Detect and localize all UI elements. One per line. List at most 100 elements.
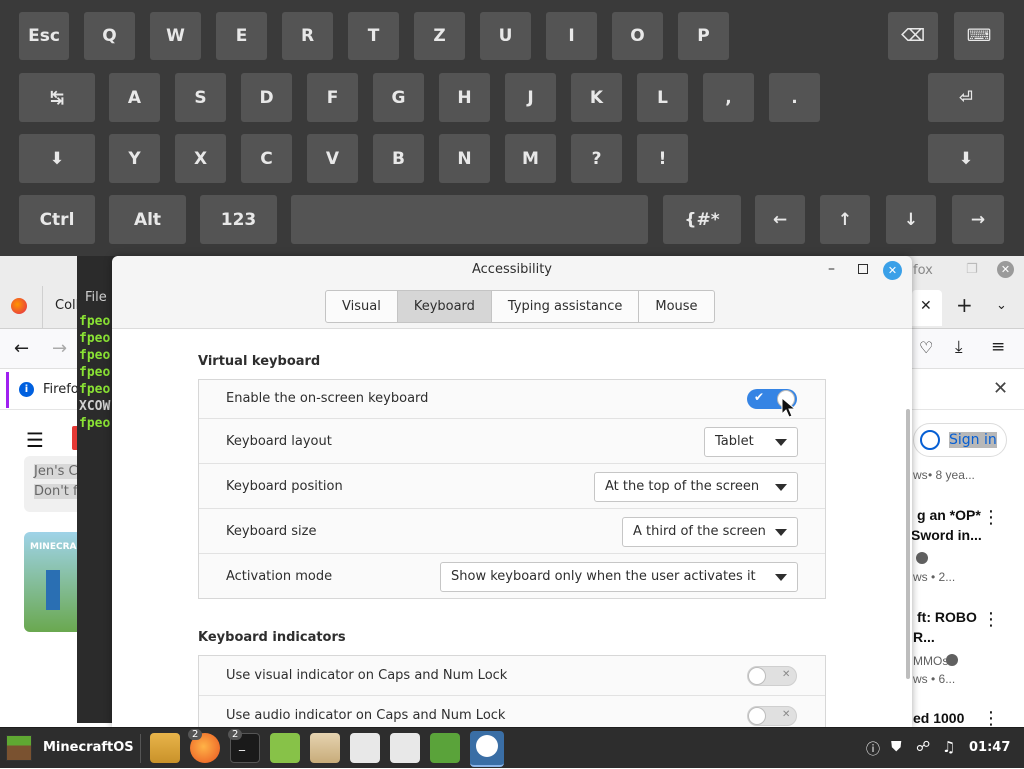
key-t[interactable]: T <box>348 12 399 60</box>
key-space[interactable] <box>291 195 648 244</box>
close-icon[interactable]: ✕ <box>997 261 1014 278</box>
info-bar-text: Firefo <box>43 382 79 397</box>
pocket-icon[interactable]: ♡ <box>919 338 933 357</box>
key-d[interactable]: D <box>241 73 292 122</box>
visual-indicator-switch[interactable]: ✕ <box>747 666 797 686</box>
forward-icon[interactable]: → <box>52 338 67 359</box>
video2-title-line2[interactable]: Sword in... <box>911 527 982 543</box>
key-numbers[interactable]: 123 <box>200 195 277 244</box>
keyboard-layout-combo[interactable]: Tablet <box>704 427 798 457</box>
tab-keyboard[interactable]: Keyboard <box>397 291 492 322</box>
info-close-icon[interactable]: ✕ <box>993 378 1008 399</box>
video4-more-icon[interactable]: ⋮ <box>982 708 1000 729</box>
content-scrollbar[interactable] <box>906 409 910 679</box>
tab-visual[interactable]: Visual <box>326 291 398 322</box>
video-thumbnail[interactable]: MINECRAFT <box>24 532 84 632</box>
new-tab-icon[interactable]: + <box>956 293 973 317</box>
video4-title[interactable]: ed 1000 <box>913 710 964 726</box>
key-c[interactable]: C <box>241 134 292 183</box>
app-menu-icon[interactable]: ≡ <box>991 337 1005 357</box>
tab-bar: Visual Keyboard Typing assistance Mouse <box>325 290 715 323</box>
minimize-icon[interactable]: – <box>828 261 835 277</box>
mint-update-icon[interactable] <box>270 733 300 763</box>
key-i[interactable]: I <box>546 12 597 60</box>
audio-indicator-switch[interactable]: ✕ <box>747 706 797 726</box>
tab-title[interactable]: Coll <box>55 298 79 313</box>
maximize-icon[interactable]: ❐ <box>966 262 978 277</box>
arrow-right-key-icon[interactable]: → <box>952 195 1004 244</box>
key-p[interactable]: P <box>678 12 729 60</box>
key-x[interactable]: X <box>175 134 226 183</box>
key-period[interactable]: . <box>769 73 820 122</box>
shift-left-key-icon[interactable]: ⬇ <box>19 134 95 183</box>
video3-more-icon[interactable]: ⋮ <box>982 609 1000 630</box>
left-card[interactable]: Jen's C Don't f <box>24 456 84 512</box>
start-menu-button[interactable]: MinecraftOS <box>0 728 136 769</box>
package-box-2-icon[interactable] <box>390 733 420 763</box>
key-b[interactable]: B <box>373 134 424 183</box>
key-m[interactable]: M <box>505 134 556 183</box>
notifications-icon[interactable]: ⓘ <box>866 739 880 759</box>
keyboard-position-combo[interactable]: At the top of the screen <box>594 472 798 502</box>
package-box-icon[interactable] <box>350 733 380 763</box>
arrow-down-key-icon[interactable]: ↓ <box>886 195 936 244</box>
keyboard-hide-key-icon[interactable]: ⌨ <box>954 12 1004 60</box>
key-j[interactable]: J <box>505 73 556 122</box>
key-comma[interactable]: , <box>703 73 754 122</box>
key-question[interactable]: ? <box>571 134 622 183</box>
enter-key-icon[interactable]: ⏎ <box>928 73 1004 122</box>
key-alt[interactable]: Alt <box>109 195 186 244</box>
maximize-icon[interactable] <box>858 264 868 274</box>
key-z[interactable]: Z <box>414 12 465 60</box>
key-o[interactable]: O <box>612 12 663 60</box>
video2-more-icon[interactable]: ⋮ <box>982 507 1000 528</box>
key-q[interactable]: Q <box>84 12 135 60</box>
files-folder-icon[interactable] <box>150 733 180 763</box>
key-g[interactable]: G <box>373 73 424 122</box>
key-symbols[interactable]: {#* <box>663 195 741 244</box>
backspace-key-icon[interactable]: ⌫ <box>888 12 938 60</box>
key-k[interactable]: K <box>571 73 622 122</box>
security-shield-icon[interactable]: ⛊ <box>891 739 902 755</box>
activation-mode-combo[interactable]: Show keyboard only when the user activat… <box>440 562 798 592</box>
sound-icon[interactable]: ♫ <box>942 738 955 756</box>
hamburger-menu-icon[interactable]: ☰ <box>26 428 44 452</box>
key-y[interactable]: Y <box>109 134 160 183</box>
key-r[interactable]: R <box>282 12 333 60</box>
keyboard-size-combo[interactable]: A third of the screen <box>622 517 798 547</box>
accessibility-taskbar-icon[interactable] <box>470 731 504 767</box>
key-u[interactable]: U <box>480 12 531 60</box>
key-l[interactable]: L <box>637 73 688 122</box>
network-icon[interactable]: ☍ <box>916 739 930 755</box>
key-f[interactable]: F <box>307 73 358 122</box>
archive-icon[interactable] <box>310 733 340 763</box>
list-tabs-icon[interactable]: ⌄ <box>996 298 1007 313</box>
tab-key-icon[interactable]: ↹ <box>19 73 95 122</box>
key-esc[interactable]: Esc <box>19 12 69 60</box>
tab-close-icon[interactable]: ✕ <box>920 298 932 314</box>
arrow-left-key-icon[interactable]: ← <box>755 195 805 244</box>
arrow-up-key-icon[interactable]: ↑ <box>820 195 870 244</box>
tab-mouse[interactable]: Mouse <box>639 291 713 322</box>
key-e[interactable]: E <box>216 12 267 60</box>
key-w[interactable]: W <box>150 12 201 60</box>
video3-title-line1[interactable]: ft: ROBO <box>917 609 977 625</box>
terminal-menu-file[interactable]: File <box>85 290 107 305</box>
key-s[interactable]: S <box>175 73 226 122</box>
shift-right-key-icon[interactable]: ⬇ <box>928 134 1004 183</box>
key-v[interactable]: V <box>307 134 358 183</box>
video3-title-line2[interactable]: R... <box>913 629 935 645</box>
tab-typing-assistance[interactable]: Typing assistance <box>492 291 640 322</box>
key-a[interactable]: A <box>109 73 160 122</box>
back-icon[interactable]: ← <box>14 338 29 359</box>
shield-icon[interactable] <box>430 733 460 763</box>
download-icon[interactable]: ⤓ <box>955 337 963 357</box>
key-exclamation[interactable]: ! <box>637 134 688 183</box>
key-h[interactable]: H <box>439 73 490 122</box>
key-ctrl[interactable]: Ctrl <box>19 195 95 244</box>
key-n[interactable]: N <box>439 134 490 183</box>
video2-title-line1[interactable]: g an *OP* <box>917 507 981 523</box>
sign-in-button[interactable]: Sign in <box>913 423 1007 457</box>
clock[interactable]: 01:47 <box>969 740 1010 755</box>
close-icon[interactable]: ✕ <box>883 261 902 280</box>
